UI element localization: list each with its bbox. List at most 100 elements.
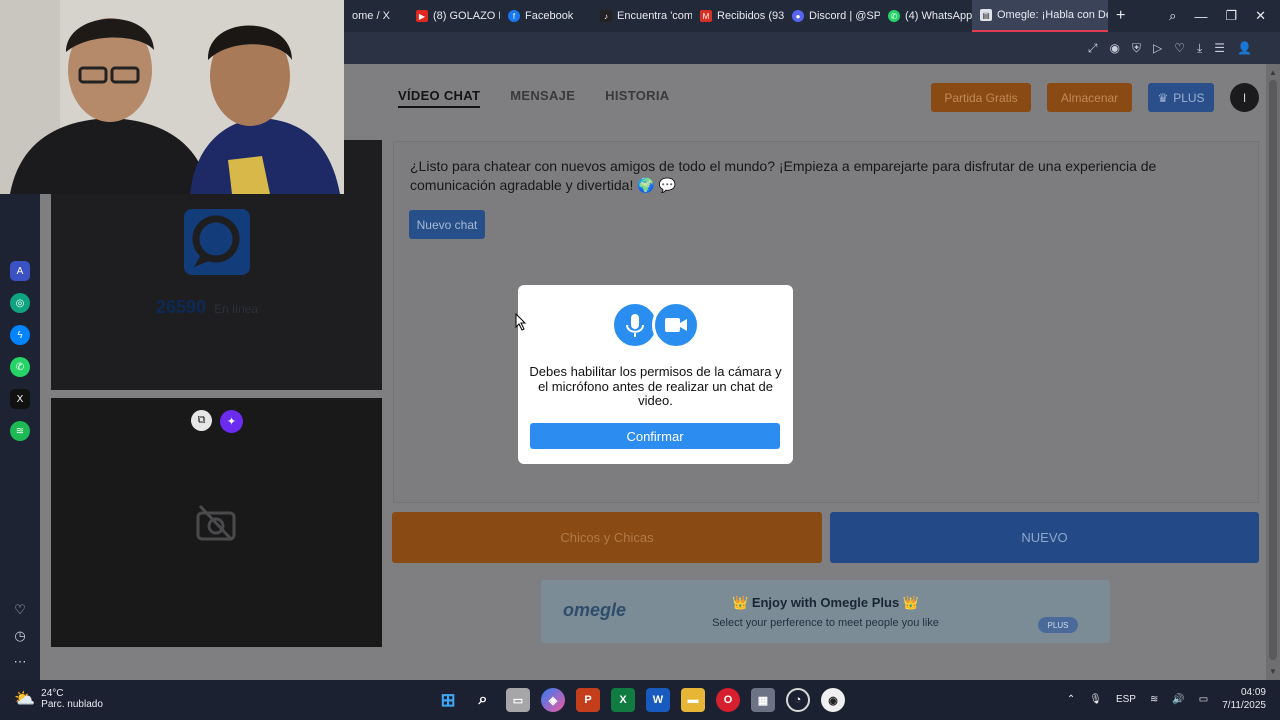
system-tray: ⌃ 🎙 ESP ≋ 🔊 ▭ 04:09 7/11/2025 (1067, 686, 1266, 712)
page-icon: ▤ (980, 9, 992, 21)
store-button[interactable]: Almacenar (1047, 83, 1132, 112)
window-controls: ⌕ — ❐ ✕ (1169, 0, 1280, 32)
online-label: En línea (214, 302, 259, 316)
x-icon[interactable]: X (10, 389, 30, 409)
powerpoint-icon[interactable]: P (576, 688, 600, 712)
new-tab-button[interactable]: + (1108, 0, 1138, 32)
folder-icon[interactable]: ▬ (681, 688, 705, 712)
messenger-icon[interactable]: ϟ (10, 325, 30, 345)
tab-video-chat[interactable]: VÍDEO CHAT (398, 88, 481, 108)
tab-history[interactable]: HISTORIA (605, 88, 669, 108)
excel-icon[interactable]: X (611, 688, 635, 712)
volume-icon[interactable]: 🔊 (1172, 694, 1184, 705)
whatsapp-icon: ✆ (888, 10, 900, 22)
plus-button[interactable]: ♛ PLUS (1148, 83, 1214, 112)
gender-filter-button[interactable]: Chicos y Chicas (392, 512, 822, 563)
clock[interactable]: 04:09 7/11/2025 (1222, 686, 1266, 712)
camera-icon[interactable]: ◉ (1109, 41, 1119, 55)
tiktok-icon: ♪ (600, 10, 612, 22)
search-icon[interactable]: ⌕ (471, 688, 495, 712)
aria-icon[interactable]: A (10, 261, 30, 281)
main-nav: VÍDEO CHAT MENSAJE HISTORIA (398, 88, 669, 108)
sidebar-rail: A ◎ ϟ ✆ X ≋ ♡ ◷ ⋯ (0, 194, 40, 680)
tab-youtube[interactable]: ▶ (8) GOLAZO DE (408, 0, 500, 32)
scroll-down-icon[interactable]: ▼ (1269, 667, 1277, 676)
avatar[interactable]: I (1230, 83, 1259, 112)
heart-icon[interactable]: ♡ (1174, 41, 1185, 55)
mouse-cursor-icon (515, 313, 527, 331)
scrollbar-thumb[interactable] (1269, 80, 1277, 660)
whatsapp-icon[interactable]: ✆ (10, 357, 30, 377)
online-count: 26590 (156, 297, 207, 317)
snapshot-icon[interactable]: ⤢ (1088, 41, 1098, 56)
tab-x[interactable]: ome / X (344, 0, 408, 32)
confirm-button[interactable]: Confirmar (530, 423, 780, 449)
minimize-icon[interactable]: — (1194, 9, 1207, 24)
copilot-icon[interactable]: ◈ (541, 688, 565, 712)
browser-toolbar: ⤢ ◉ ⛨ ▷ ♡ ⤓ ☰ 👤 (344, 32, 1280, 64)
search-tabs-icon[interactable]: ⌕ (1169, 8, 1176, 24)
video-camera-icon (652, 301, 700, 349)
crown-icon: ♛ (1157, 90, 1169, 105)
menu-icon[interactable]: ☰ (1214, 41, 1225, 55)
history-icon[interactable]: ◷ (10, 626, 30, 646)
new-chat-button[interactable]: Nuevo chat (409, 210, 485, 239)
chatgpt-icon[interactable]: ◎ (10, 293, 30, 313)
weather-widget[interactable]: ⛅ 24°C Parc. nublado (14, 688, 103, 710)
calculator-icon[interactable]: ▦ (751, 688, 775, 712)
taskbar: ⛅ 24°C Parc. nublado ⊞ ⌕ ▭ ◈ P X W ▬ O ▦… (0, 680, 1280, 720)
opera-icon[interactable]: O (716, 688, 740, 712)
youtube-icon: ▶ (416, 10, 428, 22)
pip-button[interactable]: ⧉ (191, 410, 212, 431)
scroll-up-icon[interactable]: ▲ (1269, 68, 1277, 77)
shield-icon[interactable]: ⛨ (1132, 41, 1141, 56)
permission-message: Debes habilitar los permisos de la cámar… (529, 364, 782, 408)
tab-gmail[interactable]: M Recibidos (931) (692, 0, 784, 32)
tab-discord[interactable]: ● Discord | @SPE (784, 0, 880, 32)
banner-subtitle: Select your perference to meet people yo… (712, 617, 939, 629)
file-explorer-icon[interactable]: ▭ (506, 688, 530, 712)
gmail-icon: M (700, 10, 712, 22)
more-icon[interactable]: ⋯ (10, 652, 30, 672)
profile-icon[interactable]: 👤 (1237, 41, 1252, 55)
omegle-plus-banner[interactable]: omegle 👑 Enjoy with Omegle Plus 👑 Select… (541, 580, 1110, 643)
obs-icon[interactable]: ◉ (821, 688, 845, 712)
discord-icon: ● (792, 10, 804, 22)
wifi-icon[interactable]: ≋ (1150, 694, 1158, 705)
microphone-tray-icon[interactable]: 🎙 (1089, 694, 1102, 705)
online-counter: 26590 En línea (156, 297, 258, 318)
omegle-logo-icon (184, 209, 250, 275)
webcam-image (0, 0, 344, 194)
opera-gx-icon[interactable]: ◔ (786, 688, 810, 712)
new-match-button[interactable]: NUEVO (830, 512, 1259, 563)
facebook-icon: f (508, 10, 520, 22)
favorites-icon[interactable]: ♡ (10, 600, 30, 620)
self-video-panel: ⧉ ✦ (51, 398, 382, 647)
welcome-message: ¿Listo para chatear con nuevos amigos de… (410, 158, 1157, 193)
chevron-up-icon[interactable]: ⌃ (1067, 694, 1075, 705)
free-match-button[interactable]: Partida Gratis (931, 83, 1031, 112)
banner-plus-badge: PLUS (1038, 617, 1078, 633)
download-icon[interactable]: ⤓ (1197, 41, 1202, 56)
word-icon[interactable]: W (646, 688, 670, 712)
effects-button[interactable]: ✦ (220, 410, 243, 433)
battery-icon[interactable]: ▭ (1199, 694, 1208, 705)
tab-omegle[interactable]: ▤ Omegle: ¡Habla con Desc (972, 0, 1108, 32)
tab-tiktok[interactable]: ♪ Encuentra 'com (592, 0, 692, 32)
tab-facebook[interactable]: f Facebook (500, 0, 592, 32)
cloud-sun-icon: ⛅ (14, 689, 36, 708)
tab-message[interactable]: MENSAJE (510, 88, 575, 108)
language-indicator[interactable]: ESP (1116, 694, 1136, 705)
camera-off-icon (196, 504, 236, 542)
restore-icon[interactable]: ❐ (1225, 8, 1237, 24)
banner-title: 👑 Enjoy with Omegle Plus 👑 (732, 595, 919, 610)
permission-dialog: Debes habilitar los permisos de la cámar… (518, 285, 793, 464)
spotify-icon[interactable]: ≋ (10, 421, 30, 441)
windows-start-icon[interactable]: ⊞ (436, 688, 460, 712)
taskbar-apps: ⊞ ⌕ ▭ ◈ P X W ▬ O ▦ ◔ ◉ (436, 688, 845, 712)
tab-whatsapp[interactable]: ✆ (4) WhatsApp B (880, 0, 972, 32)
close-icon[interactable]: ✕ (1255, 8, 1266, 24)
scrollbar[interactable]: ▲ ▼ (1266, 64, 1280, 680)
play-icon[interactable]: ▷ (1153, 41, 1162, 55)
webcam-overlay (0, 0, 344, 194)
